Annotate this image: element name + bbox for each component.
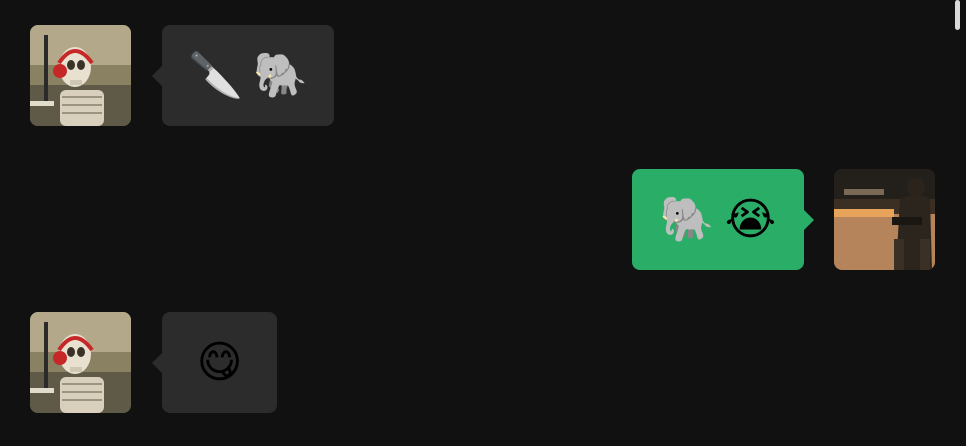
incoming-message-bubble[interactable]: 🔪 🐘 (152, 25, 334, 126)
skeleton-avatar-icon (30, 312, 131, 413)
crying-face-emoji: 😭 (724, 193, 777, 245)
self-avatar[interactable] (834, 169, 935, 270)
elephant-emoji: 🐘 (659, 193, 715, 245)
knife-emoji: 🔪 (188, 49, 243, 101)
scrollbar[interactable] (955, 0, 960, 30)
yum-face-emoji: 😋 (196, 336, 243, 388)
chat-thread: 🔪 🐘 🐘 😭 😋 (0, 0, 966, 446)
outgoing-message-bubble[interactable]: 🐘 😭 (632, 169, 814, 270)
elephant-emoji: 🐘 (253, 49, 308, 101)
skeleton-avatar-icon (30, 25, 131, 126)
incoming-message-bubble[interactable]: 😋 (152, 312, 277, 413)
contact-avatar[interactable] (30, 312, 131, 413)
soldier-avatar-icon (834, 169, 935, 270)
contact-avatar[interactable] (30, 25, 131, 126)
